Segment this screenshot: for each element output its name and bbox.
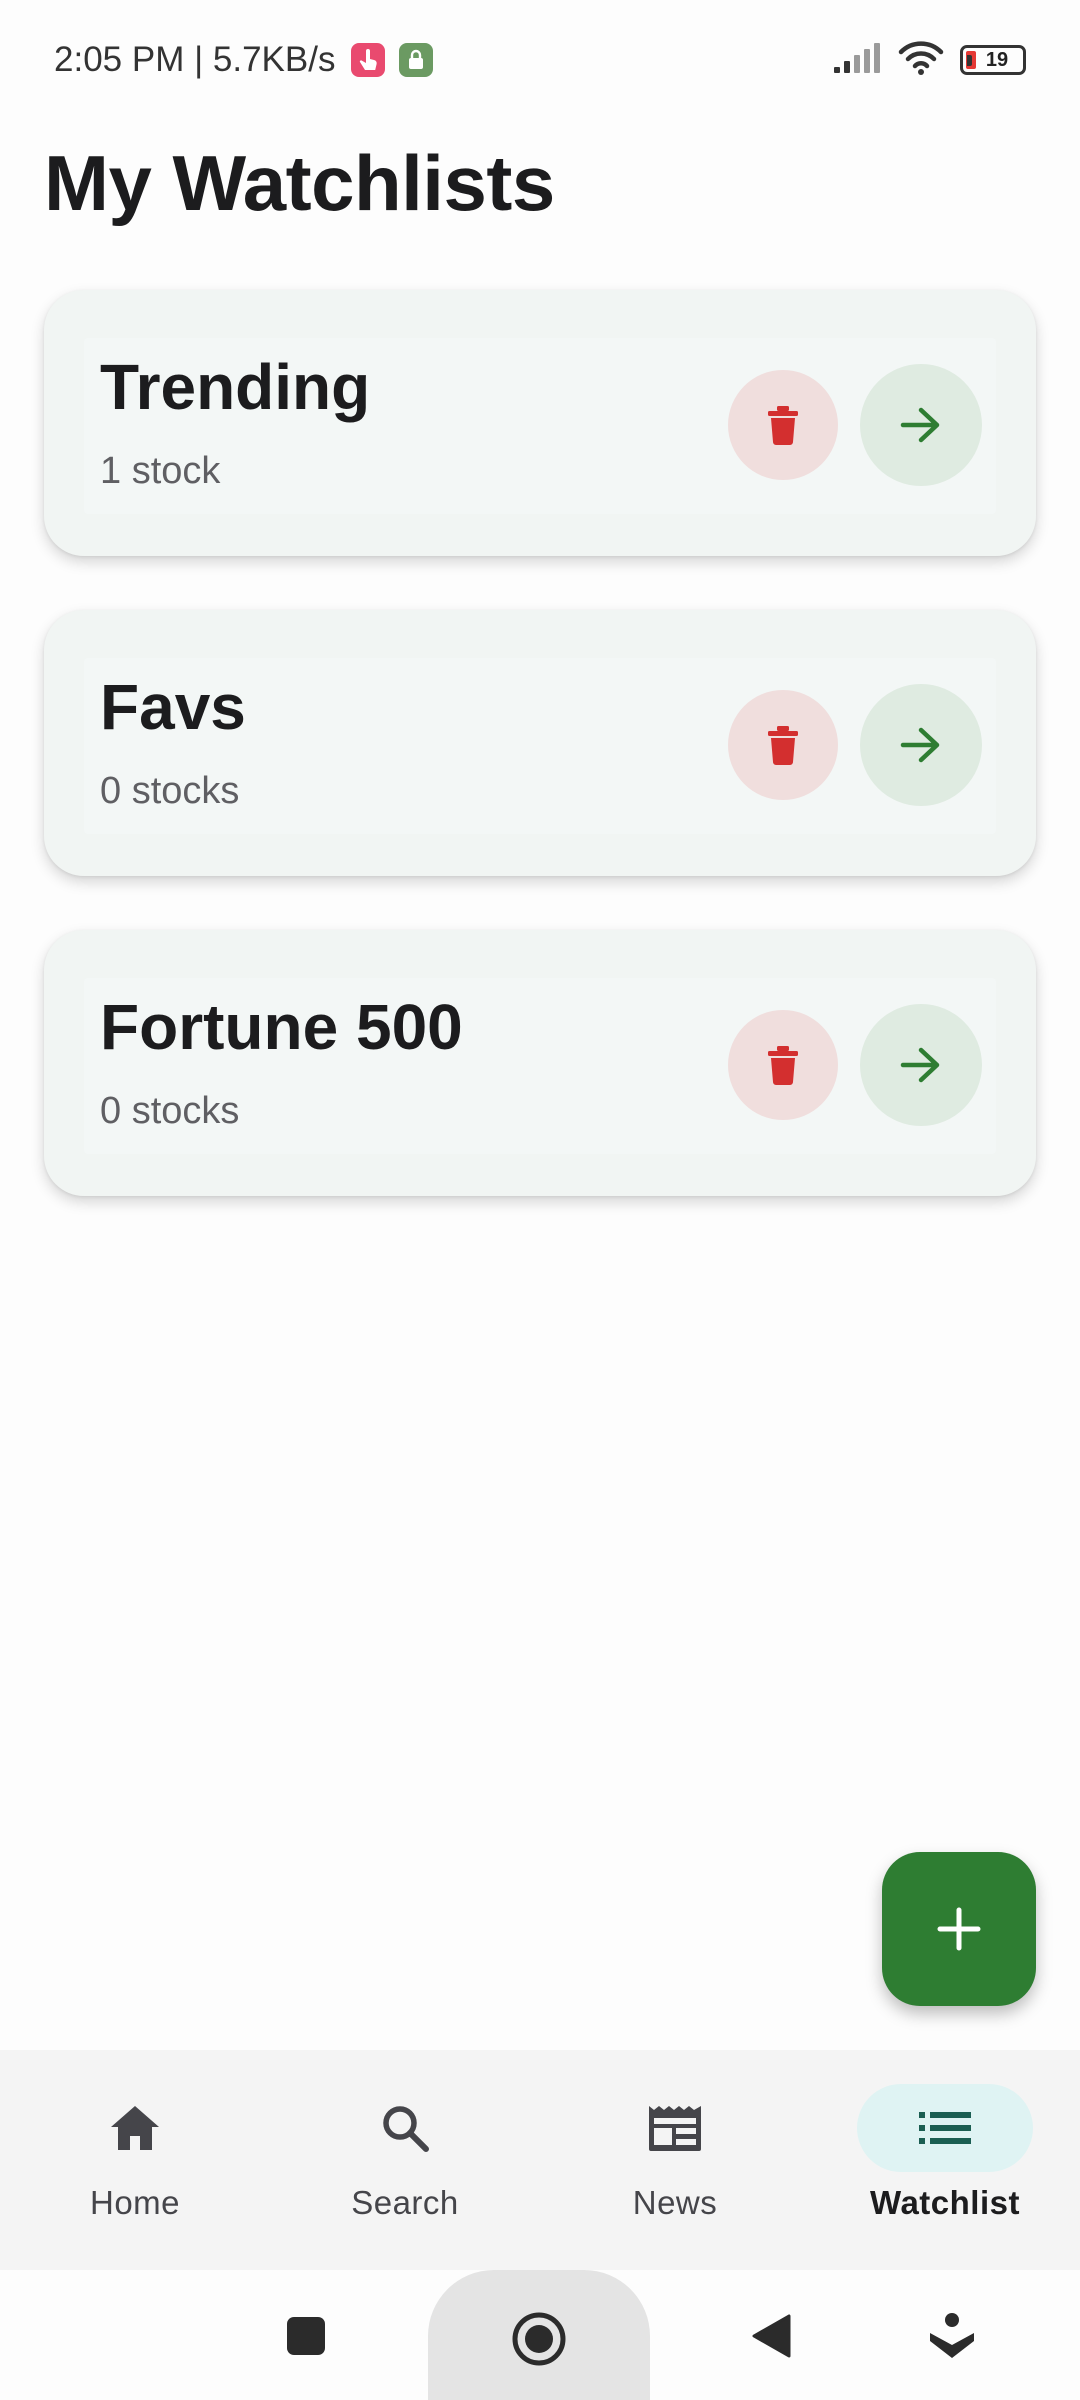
touch-app-icon [351,43,386,77]
news-icon [649,2106,701,2151]
battery-text: 19 [985,48,1009,71]
open-watchlist-button[interactable] [860,1004,982,1126]
watchlist-name: Favs [100,671,246,743]
watchlist-count: 0 stocks [100,1090,240,1132]
open-watchlist-button[interactable] [860,364,982,486]
delete-watchlist-button[interactable] [728,370,838,480]
trash-icon [768,1046,798,1085]
watchlist-name: Trending [100,351,371,423]
open-watchlist-button[interactable] [860,684,982,806]
home-circle-icon [512,2312,566,2366]
system-navigation-bar [0,2270,1080,2400]
arrow-right-icon [900,407,940,443]
hide-keyboard-down-icon [930,2313,974,2358]
watchlist-count: 1 stock [100,450,221,492]
add-watchlist-button[interactable] [882,1852,1036,2006]
status-bar: 2:05 PM | 5.7KB/s 19 [0,0,1080,120]
watchlist-card[interactable]: Favs 0 stocks [44,610,1036,876]
nav-icon-container [47,2084,223,2172]
home-button[interactable] [508,2308,570,2370]
plus-icon [937,1907,981,1951]
trash-icon [768,726,798,765]
nav-icon-container [857,2084,1033,2172]
nav-label: Search [351,2184,459,2221]
nav-item-watchlist[interactable]: Watchlist [810,2050,1080,2270]
assistant-button[interactable] [924,2308,980,2364]
watchlist-count: 0 stocks [100,770,240,812]
trash-icon [768,406,798,445]
nav-item-search[interactable]: Search [270,2050,540,2270]
nav-item-news[interactable]: News [540,2050,810,2270]
list-icon [919,2112,971,2144]
recents-button[interactable] [280,2310,332,2362]
status-time-speed: 2:05 PM | 5.7KB/s [54,40,336,79]
home-icon [111,2106,159,2150]
nav-label: Home [89,2184,181,2221]
wifi-icon [898,40,944,81]
status-right: 19 [832,40,1026,81]
page-title: My Watchlists [44,139,555,227]
watchlist-card[interactable]: Trending 1 stock [44,290,1036,556]
bottom-navigation: Home Search News Watchlist [0,2050,1080,2270]
battery-icon: 19 [960,45,1026,75]
delete-watchlist-button[interactable] [728,690,838,800]
battery-tip [967,55,972,66]
arrow-right-icon [900,727,940,763]
recents-icon [287,2317,325,2355]
nav-label: Watchlist [870,2184,1020,2221]
nav-icon-container [317,2084,493,2172]
status-left: 2:05 PM | 5.7KB/s [54,40,434,80]
signal-icon [832,41,882,80]
delete-watchlist-button[interactable] [728,1010,838,1120]
search-icon [383,2106,429,2152]
nav-label: News [632,2184,718,2221]
arrow-right-icon [900,1047,940,1083]
vpn-lock-icon [399,43,434,77]
watchlist-name: Fortune 500 [100,991,463,1063]
watchlist-card[interactable]: Fortune 500 0 stocks [44,930,1036,1196]
watchlists-screen: 2:05 PM | 5.7KB/s 19 My Watchlists Trend… [0,0,1080,2400]
back-triangle-icon [752,2314,791,2358]
back-button[interactable] [746,2310,798,2362]
nav-item-home[interactable]: Home [0,2050,270,2270]
nav-icon-container [587,2084,763,2172]
